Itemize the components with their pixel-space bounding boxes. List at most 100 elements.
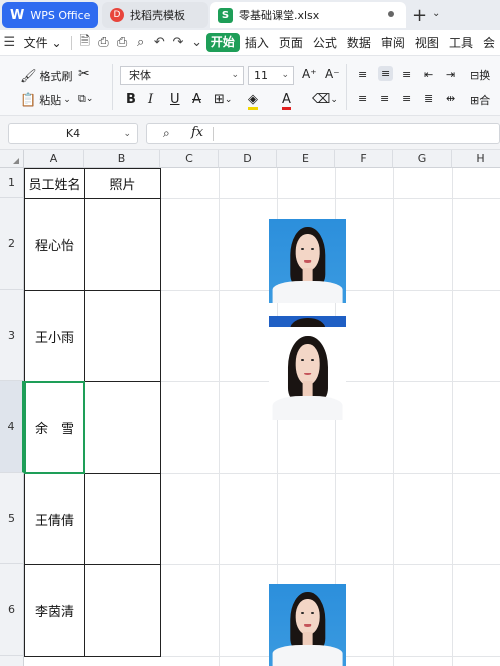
- column-header-b[interactable]: B: [84, 150, 160, 168]
- align-top-icon[interactable]: ≡: [358, 68, 367, 81]
- quick-access-more-icon[interactable]: ⌄: [187, 35, 206, 50]
- wps-logo-icon: W: [10, 7, 25, 23]
- gridline: [393, 168, 394, 666]
- justify-icon[interactable]: ≣: [424, 92, 433, 105]
- fill-color-icon[interactable]: ◈: [248, 92, 258, 110]
- paste-button[interactable]: 📋 粘贴 ⌄: [20, 92, 71, 108]
- row-header-5[interactable]: 5: [0, 473, 24, 564]
- select-all-corner[interactable]: [0, 150, 24, 168]
- decrease-font-icon[interactable]: A⁻: [325, 67, 340, 81]
- menu-bar: ☰ 文件 ⌄ 🗎 ⎙ ⎙ ⌕ ↶ ↷ ⌄ 开始 插入 页面 公式 数据 审阅 视…: [0, 30, 500, 56]
- outdent-icon[interactable]: ⇤: [424, 68, 433, 81]
- name-cell[interactable]: 程心怡: [24, 198, 85, 291]
- cut-icon[interactable]: ✂: [78, 66, 90, 82]
- column-header-g[interactable]: G: [393, 150, 452, 168]
- unsaved-dot-icon[interactable]: [388, 11, 394, 17]
- column-header-d[interactable]: D: [219, 150, 277, 168]
- row-header-6[interactable]: 6: [0, 564, 24, 656]
- menu-tab-insert[interactable]: 插入: [240, 34, 274, 51]
- photo-cell[interactable]: [84, 198, 161, 291]
- merge-cells-button[interactable]: ⊞ 合: [470, 92, 490, 108]
- file-tab[interactable]: S 零基础课堂.xlsx: [210, 2, 406, 28]
- photo-cell[interactable]: [84, 290, 161, 382]
- chevron-down-icon[interactable]: ⌄: [432, 8, 440, 19]
- underline-icon[interactable]: U: [170, 92, 180, 107]
- menu-tab-page[interactable]: 页面: [274, 34, 308, 51]
- templates-tab[interactable]: D 找稻壳模板: [102, 2, 208, 28]
- export-pdf-icon[interactable]: ⎙: [94, 35, 113, 50]
- align-middle-icon[interactable]: ≡: [378, 66, 394, 81]
- photo-neck: [302, 267, 313, 282]
- copy-icon[interactable]: ⧉ ⌄: [78, 92, 93, 106]
- column-header-c[interactable]: C: [160, 150, 219, 168]
- chevron-down-icon: ⌄: [281, 70, 289, 80]
- wrap-text-button[interactable]: ⊟ 换: [470, 67, 490, 83]
- row-header-2[interactable]: 2: [0, 198, 24, 290]
- redo-icon[interactable]: ↷: [169, 35, 188, 50]
- increase-font-icon[interactable]: A⁺: [302, 67, 317, 81]
- ribbon-toolbar: 🖌 格式刷 ✂ 📋 粘贴 ⌄ ⧉ ⌄ 宋体 ⌄ 11 ⌄ A⁺ A⁻ B I U…: [0, 56, 500, 116]
- spreadsheet-grid[interactable]: A B C D E F G H 1 2 3 4 5 6 员工姓名 照片 程心怡 …: [0, 150, 500, 666]
- photo-mouth: [303, 372, 312, 376]
- header-cell-photo[interactable]: 照片: [84, 168, 161, 199]
- align-right-icon[interactable]: ≡: [402, 92, 411, 105]
- indent-icon[interactable]: ⇥: [446, 68, 455, 81]
- menu-tab-member[interactable]: 会: [478, 34, 500, 51]
- italic-icon[interactable]: I: [148, 92, 153, 107]
- employee-photo[interactable]: [269, 327, 346, 420]
- align-center-icon[interactable]: ≡: [380, 92, 389, 105]
- row-header-3[interactable]: 3: [0, 290, 24, 381]
- font-size-select[interactable]: 11 ⌄: [248, 66, 294, 85]
- save-icon[interactable]: 🗎: [75, 32, 94, 54]
- photo-cell[interactable]: [84, 473, 161, 565]
- name-box[interactable]: K4 ⌄: [8, 123, 138, 144]
- zoom-search-icon[interactable]: ⌕: [163, 126, 170, 141]
- insert-function-icon[interactable]: fx: [191, 125, 203, 140]
- align-left-icon[interactable]: ≡: [358, 92, 367, 105]
- employee-photo[interactable]: [269, 584, 346, 666]
- print-preview-icon[interactable]: ⌕: [131, 35, 150, 50]
- file-menu[interactable]: 文件 ⌄: [19, 34, 67, 51]
- align-bottom-icon[interactable]: ≡: [402, 68, 411, 81]
- row-header-1[interactable]: 1: [0, 168, 24, 198]
- column-header-e[interactable]: E: [277, 150, 335, 168]
- column-header-h[interactable]: H: [452, 150, 500, 168]
- name-cell[interactable]: 王小雨: [24, 290, 85, 382]
- menu-tab-home[interactable]: 开始: [205, 33, 240, 52]
- strikethrough-icon[interactable]: A: [192, 92, 201, 107]
- photo-cell[interactable]: [84, 564, 161, 657]
- clear-format-icon[interactable]: ⌫ ⌄: [312, 92, 338, 107]
- undo-icon[interactable]: ↶: [150, 35, 169, 50]
- menu-tab-view[interactable]: 视图: [410, 34, 444, 51]
- bold-icon[interactable]: B: [126, 92, 136, 107]
- wrap-text-label: 换: [479, 69, 491, 82]
- employee-photo-cropped[interactable]: [269, 316, 346, 327]
- photo-cell[interactable]: [84, 381, 161, 474]
- menu-tab-formula[interactable]: 公式: [308, 34, 342, 51]
- menu-tab-tools[interactable]: 工具: [444, 34, 478, 51]
- font-color-icon[interactable]: A: [282, 92, 291, 110]
- row-header-7[interactable]: [0, 656, 24, 666]
- name-cell[interactable]: 李茵清: [24, 564, 85, 657]
- row-header-4[interactable]: 4: [0, 381, 24, 473]
- name-cell[interactable]: 王倩倩: [24, 473, 85, 565]
- wps-tab-label: WPS Office: [30, 8, 91, 22]
- font-name-select[interactable]: 宋体 ⌄: [120, 66, 244, 85]
- column-header-a[interactable]: A: [24, 150, 84, 168]
- ribbon-divider: [346, 64, 347, 110]
- header-cell-name[interactable]: 员工姓名: [24, 168, 85, 199]
- formula-input[interactable]: ⌕ fx: [146, 123, 500, 144]
- format-painter-label: 格式刷: [39, 70, 73, 83]
- distribute-icon[interactable]: ⇹: [446, 92, 455, 105]
- employee-photo[interactable]: [269, 219, 346, 303]
- hamburger-menu-icon[interactable]: ☰: [0, 35, 19, 50]
- photo-neck: [302, 631, 313, 645]
- wps-home-tab[interactable]: W WPS Office: [2, 2, 98, 28]
- menu-tab-review[interactable]: 审阅: [376, 34, 410, 51]
- borders-icon[interactable]: ⊞ ⌄: [214, 92, 232, 107]
- format-painter-button[interactable]: 🖌 格式刷: [20, 68, 73, 84]
- menu-tab-data[interactable]: 数据: [342, 34, 376, 51]
- add-tab-icon[interactable]: +: [412, 5, 427, 26]
- column-header-f[interactable]: F: [335, 150, 393, 168]
- print-icon[interactable]: ⎙: [113, 35, 132, 50]
